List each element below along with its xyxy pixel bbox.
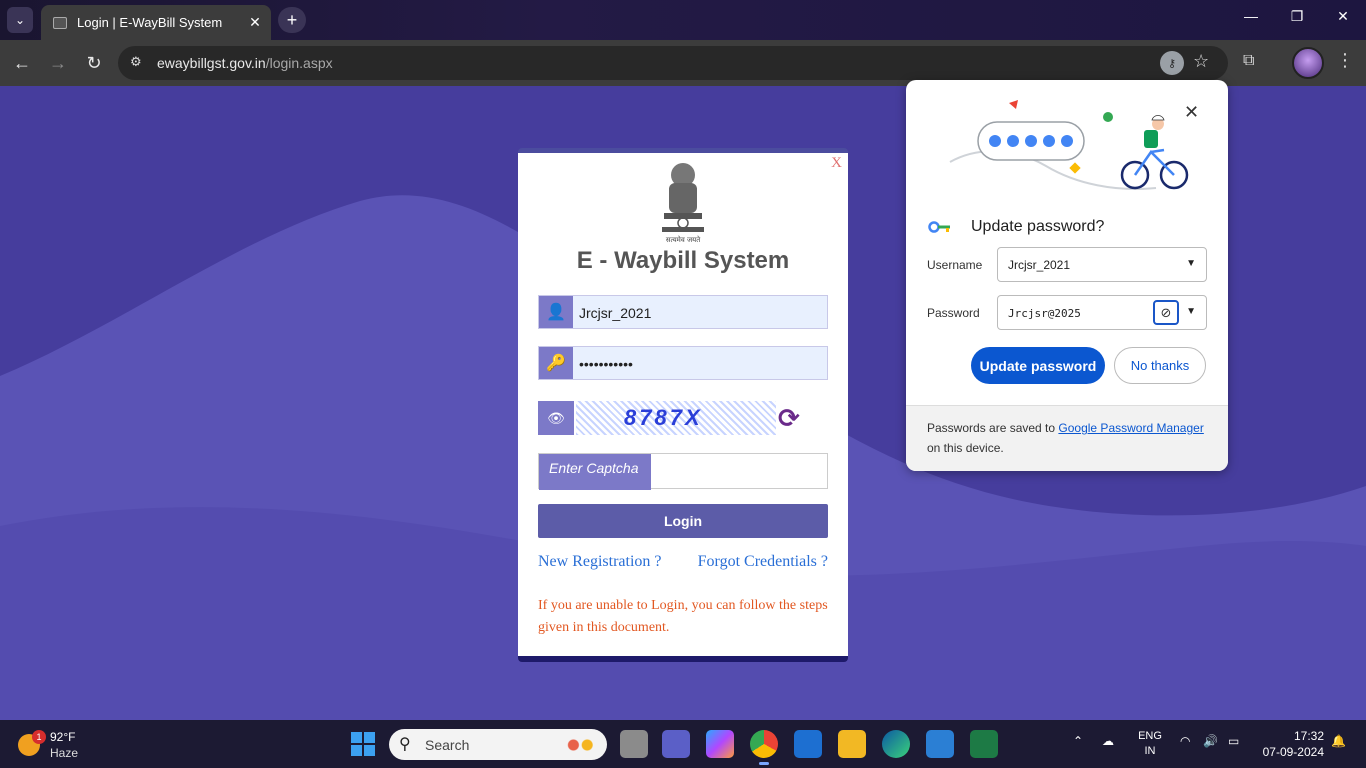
chevron-down-icon: ▼ [1186, 258, 1196, 269]
update-password-bubble: ✕ Update password? Username Jrcjsr_2021 … [906, 80, 1228, 471]
refresh-captcha-icon[interactable]: ⟳ [778, 403, 808, 433]
extensions-icon[interactable]: ⧉ [1243, 52, 1254, 70]
weather-widget[interactable]: 1 92°F Haze [14, 728, 94, 760]
username-label: Username [927, 258, 983, 272]
bookmark-star-icon[interactable]: ☆ [1193, 51, 1209, 72]
tab-close-icon[interactable]: ✕ [245, 14, 265, 31]
captcha-label: Enter Captcha [539, 454, 651, 490]
national-emblem: सत्यमेव जयते [662, 163, 704, 243]
emblem-motto: सत्यमेव जयते [666, 235, 701, 243]
start-button[interactable] [351, 732, 375, 756]
restore-button[interactable]: ❐ [1282, 8, 1312, 25]
excel-icon[interactable] [970, 730, 998, 758]
bubble-illustration [949, 100, 1189, 191]
tab-search-dropdown[interactable]: ⌄ [7, 7, 33, 33]
key-icon: 🔑 [539, 347, 573, 379]
login-button[interactable]: Login [538, 504, 828, 538]
bubble-footer: Passwords are saved to Google Password M… [906, 405, 1228, 471]
url-text[interactable]: ewaybillgst.gov.in/login.aspx [157, 55, 333, 71]
username-field[interactable]: 👤 Jrcjsr_2021 [538, 295, 828, 329]
file-explorer-icon[interactable] [838, 730, 866, 758]
password-key-icon[interactable]: ⚷ [1160, 51, 1184, 75]
taskbar: 1 92°F Haze ⚲ Search ⌃ ☁ ENG IN ◠ 🔊 ▭ 17:… [0, 720, 1366, 768]
dialog-close-button[interactable]: X [831, 155, 842, 172]
myhp-icon[interactable] [794, 730, 822, 758]
weather-condition: Haze [50, 746, 79, 760]
eye-icon: 👁 [538, 401, 574, 435]
browser-menu-icon[interactable]: ⋮ [1336, 50, 1354, 71]
bubble-username-select[interactable]: Jrcjsr_2021 ▼ [997, 247, 1207, 282]
bubble-password-value: Jrcjsr@2025 [1008, 307, 1081, 320]
tab-title: Login | E-WayBill System [77, 15, 223, 30]
weather-temp: 92°F [50, 730, 76, 744]
onedrive-cloud-icon[interactable]: ☁ [1102, 734, 1114, 748]
reload-button[interactable]: ↻ [82, 52, 106, 74]
close-window-button[interactable]: ✕ [1328, 8, 1358, 25]
help-text[interactable]: If you are unable to Login, you can foll… [538, 595, 838, 639]
search-icon: ⚲ [399, 736, 411, 753]
taskbar-search[interactable]: ⚲ Search [389, 729, 607, 760]
captcha-image: 8787X [576, 401, 776, 435]
edge-icon[interactable] [882, 730, 910, 758]
new-registration-link[interactable]: New Registration ? [538, 553, 662, 571]
forward-button[interactable]: → [46, 52, 70, 74]
password-field[interactable]: 🔑 ••••••••••• [538, 346, 828, 380]
search-highlight-icon [555, 733, 601, 757]
username-value[interactable]: Jrcjsr_2021 [579, 305, 651, 321]
captcha-row: 👁 8787X ⟳ [538, 401, 828, 437]
address-bar[interactable]: ⚙ ewaybillgst.gov.in/login.aspx ⚷ ☆ [118, 46, 1228, 80]
dialog-title: E - Waybill System [576, 247, 790, 274]
bubble-username-value: Jrcjsr_2021 [1008, 258, 1071, 272]
captcha-input[interactable]: Enter Captcha [538, 453, 828, 490]
tab-favicon-icon [53, 16, 67, 29]
weather-badge: 1 [32, 730, 46, 744]
new-tab-button[interactable]: + [278, 7, 306, 33]
teams-icon[interactable] [662, 730, 690, 758]
password-value[interactable]: ••••••••••• [579, 356, 633, 372]
chrome-icon[interactable] [750, 730, 778, 765]
password-label: Password [927, 306, 980, 320]
no-thanks-button[interactable]: No thanks [1114, 347, 1206, 384]
notification-bell-icon[interactable]: 🔔 [1331, 734, 1346, 748]
browser-tab[interactable]: Login | E-WayBill System ✕ [41, 5, 271, 40]
password-manager-key-icon [928, 221, 950, 233]
profile-avatar[interactable] [1292, 47, 1324, 79]
task-view-icon[interactable] [620, 730, 648, 758]
forgot-credentials-link[interactable]: Forgot Credentials ? [698, 553, 828, 571]
toggle-visibility-icon[interactable]: ⊘ [1153, 300, 1179, 325]
bubble-close-icon[interactable]: ✕ [1184, 102, 1199, 123]
update-password-button[interactable]: Update password [971, 347, 1105, 384]
bubble-title: Update password? [971, 218, 1105, 235]
copilot-icon[interactable] [706, 730, 734, 758]
language-indicator[interactable]: ENG IN [1138, 729, 1162, 759]
captcha-text: 8787X [624, 405, 703, 430]
system-clock[interactable]: 17:32 07-09-2024 [1252, 728, 1324, 760]
minimize-button[interactable]: — [1236, 8, 1266, 24]
search-placeholder: Search [425, 737, 470, 753]
bubble-password-field[interactable]: Jrcjsr@2025 ⊘ ▼ [997, 295, 1207, 330]
site-info-icon[interactable]: ⚙ [130, 54, 148, 72]
user-icon: 👤 [539, 296, 573, 328]
browser-titlebar: ⌄ Login | E-WayBill System ✕ + — ❐ ✕ [0, 0, 1366, 40]
wifi-icon[interactable]: ◠ [1180, 734, 1190, 748]
show-hidden-icons[interactable]: ⌃ [1073, 734, 1083, 748]
login-dialog: X सत्यमेव जयते E - Waybill System 👤 Jrcj… [518, 148, 848, 662]
volume-icon[interactable]: 🔊 [1203, 734, 1218, 748]
back-button[interactable]: ← [10, 52, 34, 74]
password-manager-link[interactable]: Google Password Manager [1058, 421, 1203, 435]
battery-icon[interactable]: ▭ [1228, 734, 1239, 748]
chevron-down-icon[interactable]: ▼ [1186, 306, 1196, 317]
vscode-icon[interactable] [926, 730, 954, 758]
